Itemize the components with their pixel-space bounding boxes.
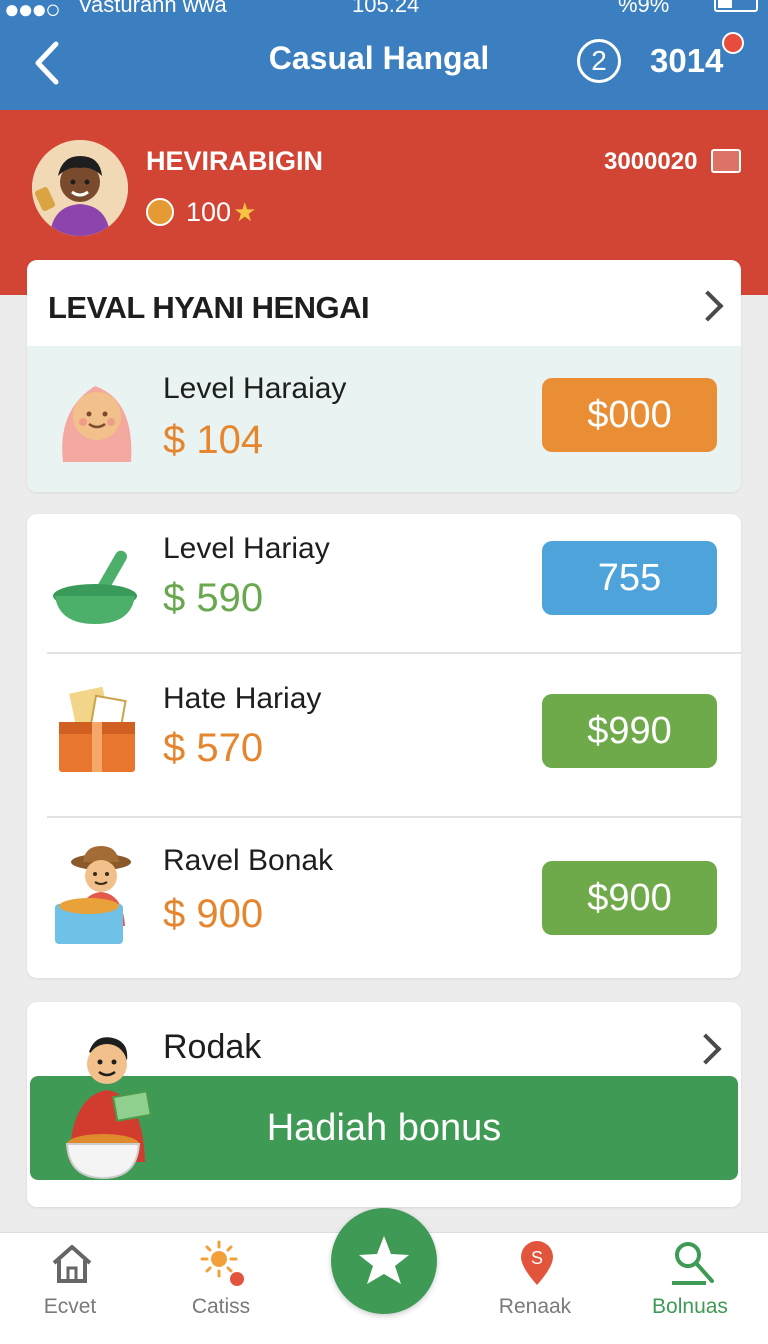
offer-price: $ 590 xyxy=(163,576,264,620)
carrier-name: Vasturann wwa xyxy=(78,0,227,17)
coin-icon xyxy=(146,198,174,226)
level-points-value: 100 xyxy=(186,196,232,227)
avatar-boy-icon xyxy=(32,140,128,236)
buy-button[interactable]: 755 xyxy=(542,541,717,615)
counter-badge[interactable]: 2 xyxy=(577,39,621,83)
featured-card: LEVAL HYANI HENGAI Level Haraiay $ 104 $… xyxy=(27,260,741,492)
level-points: 100 ★ xyxy=(146,196,256,228)
offers-card: Level Hariay $ 590 755 Hate Hariay $ 570… xyxy=(27,514,741,978)
coins-count: 3014 xyxy=(650,42,724,79)
star-icon xyxy=(359,1236,409,1284)
nav-label: Catiss xyxy=(191,1295,251,1318)
gift-box-icon xyxy=(49,684,145,780)
svg-text:S: S xyxy=(531,1248,543,1268)
bonus-section-label: Rodak xyxy=(163,1028,262,1066)
chevron-right-icon[interactable] xyxy=(692,290,724,322)
nav-item-ecvet[interactable]: Ecvet xyxy=(10,1233,130,1344)
offer-row[interactable]: Ravel Bonak $ 900 $900 xyxy=(27,818,741,978)
sun-icon xyxy=(200,1240,244,1286)
notification-dot-icon[interactable] xyxy=(722,32,744,54)
featured-offer-row[interactable]: Level Haraiay $ 104 $000 xyxy=(27,346,741,492)
wallet-icon[interactable] xyxy=(711,149,741,173)
bonus-card: Rodak Hadiah bonus xyxy=(27,1002,741,1207)
offer-price: $ 104 xyxy=(163,418,264,462)
avatar[interactable] xyxy=(32,140,128,236)
status-time: 105.24 xyxy=(352,0,420,17)
top-bar: ●●●○ Vasturann wwa 105.24 %9% Casual Han… xyxy=(0,0,768,110)
offer-row[interactable]: Hate Hariay $ 570 $990 xyxy=(27,654,741,816)
username: HEVIRABIGIN xyxy=(146,146,324,176)
status-bar: ●●●○ Vasturann wwa 105.24 %9% xyxy=(0,0,768,22)
location-pin-icon: S xyxy=(521,1241,553,1285)
nav-item-renaak[interactable]: S Renaak xyxy=(475,1233,595,1344)
offer-label: Hate Hariay xyxy=(163,682,322,715)
nav-label: Ecvet xyxy=(43,1295,97,1318)
buy-button[interactable]: $000 xyxy=(542,378,717,452)
hijab-girl-icon xyxy=(49,370,145,466)
battery-percent: %9% xyxy=(618,0,670,17)
star-icon: ★ xyxy=(233,196,257,227)
vendor-basket-icon xyxy=(49,844,145,944)
page-title: Casual Hangal xyxy=(268,40,490,76)
buy-button[interactable]: $990 xyxy=(542,694,717,768)
offer-label: Level Haraiay xyxy=(163,372,347,405)
offer-price: $ 900 xyxy=(163,892,264,936)
search-icon xyxy=(672,1242,714,1285)
offer-price: $ 570 xyxy=(163,726,264,770)
nav-item-catiss[interactable]: Catiss xyxy=(161,1233,281,1344)
offer-label: Ravel Bonak xyxy=(163,844,334,877)
offer-row[interactable]: Level Hariay $ 590 755 xyxy=(27,514,741,652)
battery-icon xyxy=(714,0,758,12)
section-title: LEVAL HYANI HENGAI xyxy=(48,290,370,325)
wallet-balance: 3000020 xyxy=(604,148,698,175)
nav-item-bolnuas[interactable]: Bolnuas xyxy=(630,1233,750,1344)
offer-label: Level Hariay xyxy=(163,532,330,565)
bowl-icon xyxy=(49,538,145,634)
person-with-bowl-icon xyxy=(47,1032,157,1182)
signal-dots-icon: ●●●○ xyxy=(4,0,61,22)
chevron-right-icon[interactable] xyxy=(690,1033,722,1065)
nav-label: Bolnuas xyxy=(652,1295,728,1318)
nav-label: Renaak xyxy=(498,1295,572,1318)
buy-button[interactable]: $900 xyxy=(542,861,717,935)
home-icon xyxy=(52,1245,92,1283)
home-fab-button[interactable] xyxy=(331,1208,437,1314)
